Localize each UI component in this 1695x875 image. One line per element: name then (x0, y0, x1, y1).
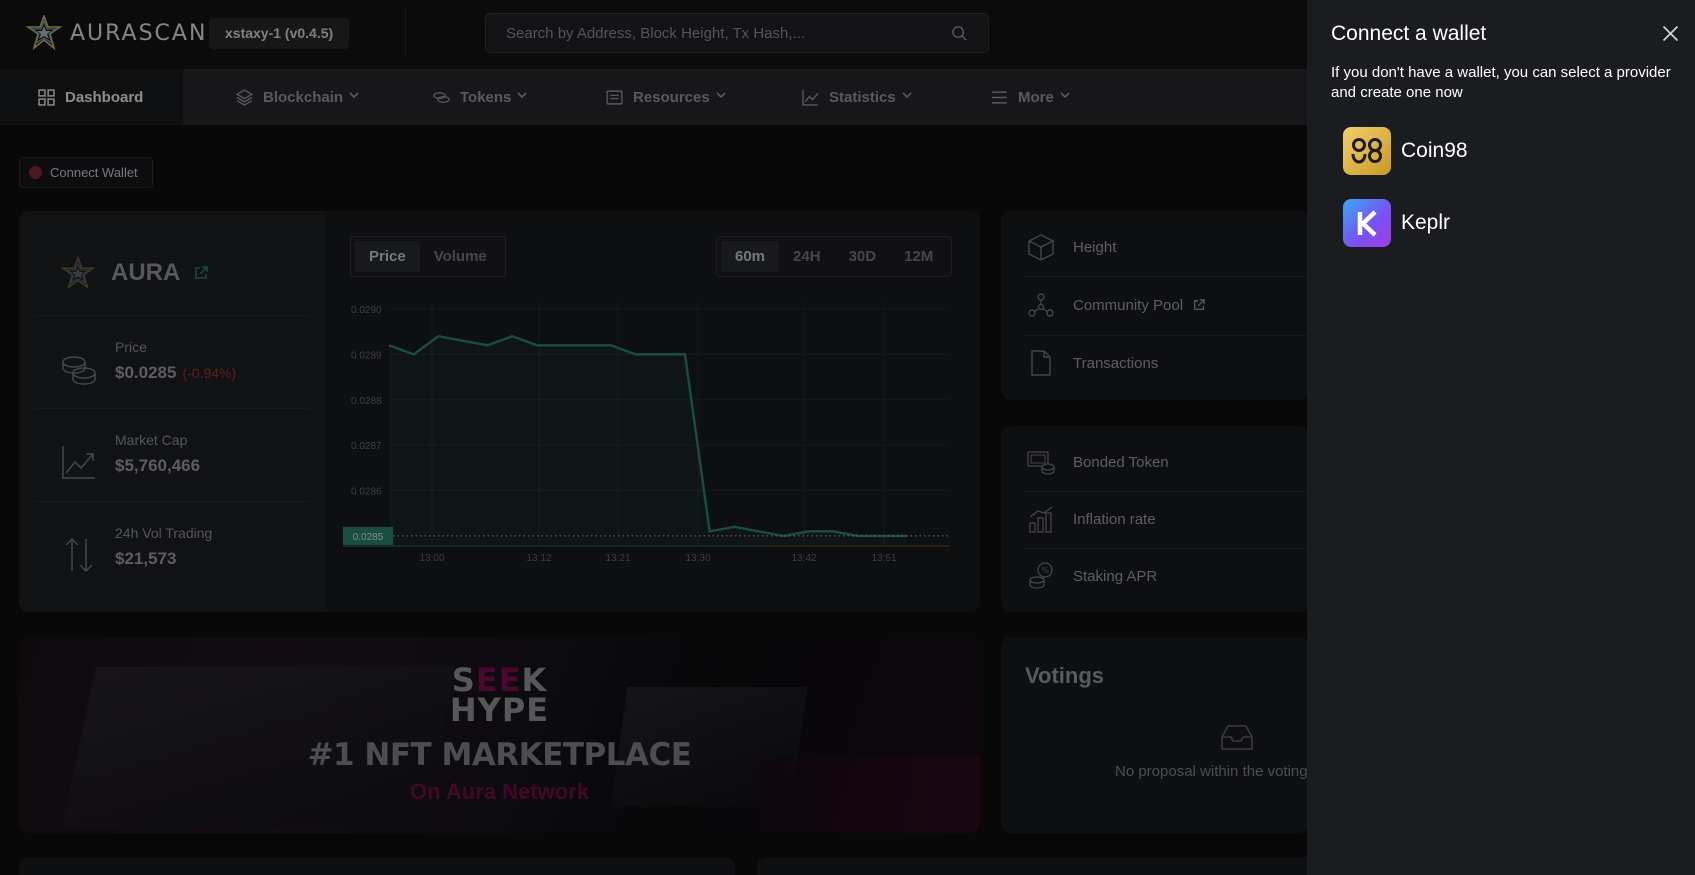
wallet-name: Coin98 (1401, 139, 1468, 162)
drawer-description: If you don't have a wallet, you can sele… (1331, 64, 1671, 101)
close-icon[interactable] (1662, 25, 1679, 42)
connect-wallet-drawer: Connect a wallet If you don't have a wal… (1307, 0, 1695, 875)
wallet-option-keplr[interactable]: Keplr (1343, 199, 1450, 247)
coin98-logo-icon (1343, 127, 1391, 175)
wallet-name: Keplr (1401, 211, 1451, 234)
wallet-option-coin98[interactable]: Coin98 (1343, 127, 1468, 175)
drawer-title: Connect a wallet (1331, 22, 1487, 45)
keplr-logo-icon (1343, 199, 1391, 247)
modal-backdrop[interactable] (0, 0, 1307, 875)
